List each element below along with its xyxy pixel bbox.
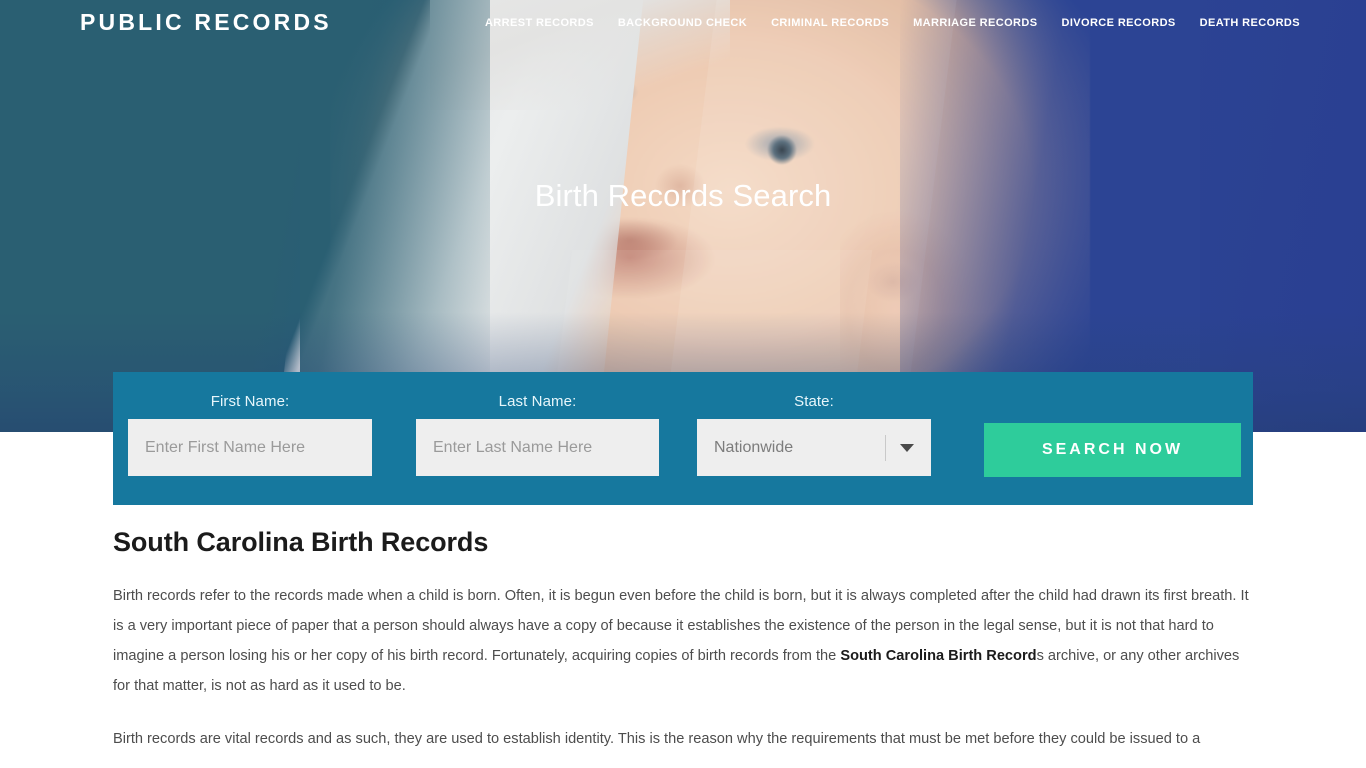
nav-marriage-records[interactable]: MARRIAGE RECORDS <box>913 17 1037 29</box>
nav-arrest-records[interactable]: ARREST RECORDS <box>485 17 594 29</box>
hero-banner <box>0 0 1366 432</box>
nav-divorce-records[interactable]: DIVORCE RECORDS <box>1061 17 1175 29</box>
article-content: South Carolina Birth Records Birth recor… <box>113 527 1253 754</box>
select-divider <box>885 435 886 461</box>
state-field-group: State: Nationwide <box>697 372 931 476</box>
article-paragraph-2: Birth records are vital records and as s… <box>113 731 1201 747</box>
first-name-input[interactable] <box>128 419 372 476</box>
chevron-down-icon <box>900 444 914 452</box>
last-name-input[interactable] <box>416 419 659 476</box>
nav-background-check[interactable]: BACKGROUND CHECK <box>618 17 747 29</box>
last-name-field-group: Last Name: <box>416 372 659 476</box>
first-name-label: First Name: <box>210 393 290 410</box>
paragraph-1-bold: South Carolina Birth Record <box>840 648 1037 664</box>
search-form: First Name: Last Name: State: Nationwide… <box>113 372 1253 505</box>
site-header: PUBLIC RECORDS ARREST RECORDS BACKGROUND… <box>0 0 1366 44</box>
site-logo[interactable]: PUBLIC RECORDS <box>80 9 332 36</box>
page-title: Birth Records Search <box>534 178 832 213</box>
state-label: State: <box>794 393 834 410</box>
article-paragraph-1: Birth records refer to the records made … <box>113 581 1253 701</box>
search-now-button[interactable]: SEARCH NOW <box>984 423 1241 477</box>
first-name-field-group: First Name: <box>128 372 372 476</box>
main-navigation: ARREST RECORDS BACKGROUND CHECK CRIMINAL… <box>485 17 1300 29</box>
last-name-label: Last Name: <box>498 393 577 410</box>
state-select-value: Nationwide <box>714 438 794 456</box>
nav-death-records[interactable]: DEATH RECORDS <box>1200 17 1300 29</box>
article-heading: South Carolina Birth Records <box>113 527 489 557</box>
nav-criminal-records[interactable]: CRIMINAL RECORDS <box>771 17 889 29</box>
state-select[interactable]: Nationwide <box>697 419 931 476</box>
